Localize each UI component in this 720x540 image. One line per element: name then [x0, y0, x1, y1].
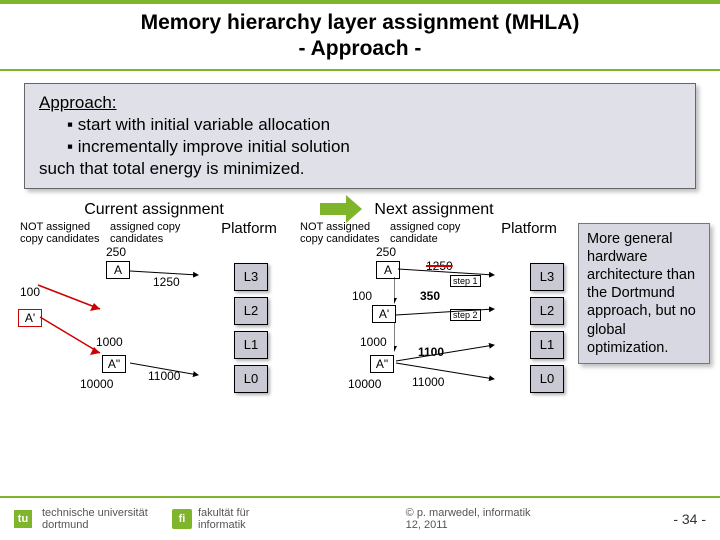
left-col3-label: Platform — [208, 221, 290, 245]
slide-title: Memory hierarchy layer assignment (MHLA)… — [0, 0, 720, 71]
right-box-aprime: A' — [372, 305, 396, 323]
page-number: - 34 - — [673, 511, 706, 527]
approach-tail: such that total energy is minimized. — [39, 158, 681, 180]
current-assignment-col: Current assignment NOT assigned copy can… — [18, 201, 290, 435]
title-line-2: - Approach - — [10, 36, 710, 62]
tu-logo-icon: tu — [14, 510, 32, 528]
right-col3-label: Platform — [488, 221, 570, 245]
right-box-adbl: A" — [370, 355, 394, 373]
left-black-arrows — [130, 265, 210, 385]
approach-bullet-1: start with initial variable allocation — [67, 114, 681, 136]
right-platform-stack: L3 L2 L1 L0 — [530, 263, 564, 399]
left-n10000: 10000 — [80, 377, 113, 391]
tu-logo: tu — [14, 510, 32, 528]
left-l1: L1 — [234, 331, 268, 359]
left-col2-label: assigned copy candidates — [108, 221, 208, 245]
footer-credit: © p. marwedel, informatik 12, 2011 — [406, 507, 536, 531]
approach-bullet-2: incrementally improve initial solution — [67, 136, 681, 158]
approach-box: Approach: start with initial variable al… — [24, 83, 696, 189]
left-col1-label: NOT assigned copy candidates — [18, 221, 108, 245]
slide-footer: tu technische universität dortmund fi fa… — [0, 496, 720, 540]
fi-logo-icon: fi — [172, 509, 192, 529]
right-col2-label: assigned copy candidate — [388, 221, 488, 245]
left-l2: L2 — [234, 297, 268, 325]
left-arrow-2 — [40, 317, 110, 360]
right-l2: L2 — [530, 297, 564, 325]
next-assignment-col: Next assignment NOT assigned copy candid… — [298, 201, 570, 435]
next-label: Next assignment — [298, 201, 570, 219]
right-n250: 250 — [376, 245, 396, 259]
left-box-a: A — [106, 261, 130, 279]
right-l0: L0 — [530, 365, 564, 393]
right-n1000: 1000 — [360, 335, 387, 349]
footer-tu-text: technische universität dortmund — [42, 507, 152, 531]
right-black-arrows — [394, 263, 504, 393]
right-n10000: 10000 — [348, 377, 381, 391]
approach-heading: Approach: — [39, 93, 117, 112]
right-l1: L1 — [530, 331, 564, 359]
current-label: Current assignment — [18, 201, 290, 219]
left-arrow-1 — [38, 285, 108, 318]
diagrams-row: Current assignment NOT assigned copy can… — [0, 197, 720, 435]
left-diagram: 250 A 100 1250 A' 1000 A" 10000 11000 L3… — [18, 245, 290, 435]
right-diagram: 250 A 1250 100 350 step 1 A' step 2 1000… — [298, 245, 570, 435]
right-l3: L3 — [530, 263, 564, 291]
left-platform-stack: L3 L2 L1 L0 — [234, 263, 268, 399]
left-n250: 250 — [106, 245, 126, 259]
footer-fi-text: fakultät für informatik — [198, 507, 268, 531]
right-n100: 100 — [352, 289, 372, 303]
left-l0: L0 — [234, 365, 268, 393]
right-col1-label: NOT assigned copy candidates — [298, 221, 388, 245]
left-l3: L3 — [234, 263, 268, 291]
side-note-box: More general hardware architecture than … — [578, 223, 710, 364]
title-line-1: Memory hierarchy layer assignment (MHLA) — [10, 10, 710, 36]
